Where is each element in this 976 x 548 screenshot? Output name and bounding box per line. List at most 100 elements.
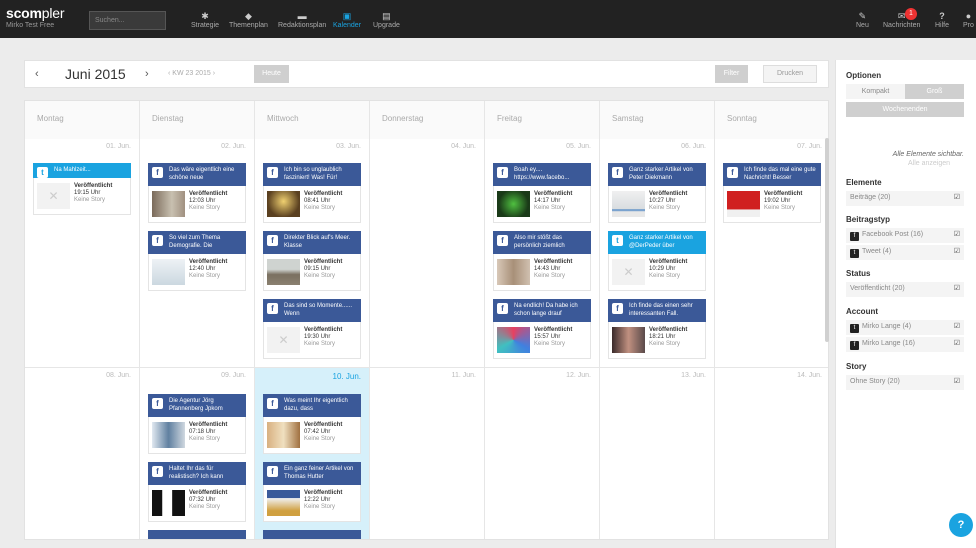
day-cell[interactable]: 04. Jun. <box>370 139 485 368</box>
post-body: ✕ Veröffentlicht 19:15 Uhr Keine Story <box>33 178 131 215</box>
day-header: Montag <box>25 101 140 139</box>
facebook-icon: f <box>850 341 859 350</box>
show-all-link[interactable]: Alle anzeigen <box>846 160 950 167</box>
day-cell[interactable]: 13. Jun. <box>600 368 715 539</box>
compact-toggle[interactable]: Kompakt <box>846 84 905 99</box>
nav-themenplan[interactable]: ◆ Themenplan <box>229 10 268 29</box>
nav-profile[interactable]: ● Pro <box>963 10 974 29</box>
date-label: 12. Jun. <box>566 372 591 379</box>
checkbox-icon[interactable]: ☑ <box>954 339 960 347</box>
post-header: f Ich finde das mal eine gute Nachricht! … <box>723 163 821 186</box>
facebook-icon: f <box>612 303 623 314</box>
checkbox-icon[interactable]: ☑ <box>954 284 960 292</box>
post-card[interactable]: t Ganz starker Artikel von @DerPeder über… <box>608 231 706 291</box>
checkbox-icon[interactable]: ☑ <box>954 247 960 255</box>
post-card[interactable]: f Ich finde das mal eine gute Nachricht! … <box>723 163 821 223</box>
post-card[interactable]: f Direkter Blick auf's Meer. Klasse Veröf… <box>263 231 361 291</box>
post-card[interactable]: f Na endlich! Da habe ich schon lange dra… <box>493 299 591 359</box>
nav-upgrade[interactable]: ▤ Upgrade <box>373 10 400 29</box>
filter-item-facebook[interactable]: f Facebook Post (16) ☑ <box>846 228 964 243</box>
post-card[interactable]: f So viel zum Thema Demografie. Die Veröf… <box>148 231 246 291</box>
nav-strategie[interactable]: ✱ Strategie <box>191 10 219 29</box>
user-icon: ● <box>965 11 972 21</box>
post-card[interactable]: f Was meint Ihr eigentlich dazu, dass Ver… <box>263 394 361 454</box>
post-card[interactable]: f Boah ey.... https://www.facebo... Veröf… <box>493 163 591 223</box>
next-month-button[interactable]: › <box>145 68 149 80</box>
filter-button[interactable]: Filter <box>715 65 748 83</box>
facebook-icon: f <box>267 398 278 409</box>
post-thumbnail <box>267 490 300 516</box>
post-card[interactable]: f Haltet Ihr das für realistisch? Ich kan… <box>148 462 246 522</box>
post-card[interactable]: f Ich finde das einen sehr interessanten … <box>608 299 706 359</box>
post-card[interactable] <box>263 530 361 539</box>
post-meta: Veröffentlicht 12:40 Uhr Keine Story <box>189 259 228 279</box>
filter-item-status[interactable]: Veröffentlicht (20) ☑ <box>846 282 964 297</box>
twitter-icon: t <box>612 235 623 246</box>
logo: scompler <box>6 5 65 21</box>
search-input[interactable]: Suchen... <box>89 11 166 30</box>
nav-hilfe[interactable]: ? Hilfe <box>935 10 949 29</box>
print-button[interactable]: Drucken <box>763 65 817 83</box>
post-meta: Veröffentlicht 07:18 Uhr Keine Story <box>189 422 228 442</box>
facebook-icon: f <box>497 303 508 314</box>
day-cell[interactable]: 12. Jun. <box>485 368 600 539</box>
filter-item-tweet[interactable]: t Tweet (4) ☑ <box>846 245 964 260</box>
post-thumbnail <box>612 327 645 353</box>
facebook-icon: f <box>152 235 163 246</box>
filter-item-account-twitter[interactable]: t Mirko Lange (4) ☑ <box>846 320 964 335</box>
post-card[interactable]: f Also mir stößt das persönlich ziemlich … <box>493 231 591 291</box>
post-card[interactable]: f Die Agentur Jörg Pfannenberg Jpkom Verö… <box>148 394 246 454</box>
post-card[interactable]: t Na Mahlzeit... ✕ Veröffentlicht 19:15 Uh… <box>33 163 131 215</box>
checkbox-icon[interactable]: ☑ <box>954 230 960 238</box>
no-image-icon: ✕ <box>267 327 300 353</box>
post-meta: Veröffentlicht 19:02 Uhr Keine Story <box>764 191 803 211</box>
today-button[interactable]: Heute <box>254 65 289 83</box>
section-title: Beitragstyp <box>846 215 891 224</box>
post-card[interactable]: f Das wäre eigentlich eine schöne neue Ve… <box>148 163 246 223</box>
post-header: f Na endlich! Da habe ich schon lange dra… <box>493 299 591 322</box>
help-chat-button[interactable]: ? <box>949 513 973 537</box>
day-cell[interactable]: 08. Jun. <box>25 368 140 539</box>
notification-badge: 1 <box>905 8 917 20</box>
checkbox-icon[interactable]: ☑ <box>954 322 960 330</box>
post-body: Veröffentlicht 12:22 Uhr Keine Story <box>263 485 361 522</box>
large-toggle[interactable]: Groß <box>905 84 964 99</box>
nav-kalender[interactable]: ▣ Kalender <box>333 10 361 29</box>
day-cell[interactable]: 11. Jun. <box>370 368 485 539</box>
date-label: 04. Jun. <box>451 143 476 150</box>
calendar-scrollbar[interactable] <box>825 138 829 342</box>
post-card[interactable]: f Das sind so Momente...... Wenn ✕ Veröff… <box>263 299 361 359</box>
week-selector[interactable]: ‹ KW 23 2015 › <box>168 70 215 77</box>
day-cell[interactable]: 14. Jun. <box>715 368 828 539</box>
post-meta: Veröffentlicht 18:21 Uhr Keine Story <box>649 327 688 347</box>
brand[interactable]: scompler Mirko Test Free <box>6 5 65 29</box>
post-body: Veröffentlicht 18:21 Uhr Keine Story <box>608 322 706 359</box>
checkbox-icon[interactable]: ☑ <box>954 193 960 201</box>
upgrade-icon: ▤ <box>382 11 391 21</box>
post-card[interactable]: f Ein ganz feiner Artikel von Thomas Hutt… <box>263 462 361 522</box>
nav-redaktionsplan[interactable]: ▬ Redaktionsplan <box>278 10 326 29</box>
section-title: Account <box>846 307 878 316</box>
post-header: f Ganz starker Artikel von Peter Diekmann <box>608 163 706 186</box>
prev-month-button[interactable]: ‹ <box>35 68 39 80</box>
post-meta: Veröffentlicht 12:22 Uhr Keine Story <box>304 490 343 510</box>
post-thumbnail <box>267 259 300 285</box>
nav-neu[interactable]: ✎ Neu <box>856 10 869 29</box>
post-card[interactable]: f Ganz starker Artikel von Peter Diekmann… <box>608 163 706 223</box>
post-card[interactable]: f Ich bin so unglaublich fasziniert! Was!… <box>263 163 361 223</box>
post-card[interactable] <box>148 530 246 539</box>
post-body: Veröffentlicht 12:40 Uhr Keine Story <box>148 254 246 291</box>
filter-item-beitraege[interactable]: Beiträge (20) ☑ <box>846 191 964 206</box>
post-thumbnail <box>497 327 530 353</box>
weekends-toggle[interactable]: Wochenenden <box>846 102 964 117</box>
facebook-icon: f <box>267 235 278 246</box>
post-meta: Veröffentlicht 10:27 Uhr Keine Story <box>649 191 688 211</box>
filter-item-account-facebook[interactable]: f Mirko Lange (16) ☑ <box>846 337 964 352</box>
checkbox-icon[interactable]: ☑ <box>954 377 960 385</box>
pencil-icon: ✎ <box>858 11 867 21</box>
options-title: Optionen <box>846 71 882 80</box>
calendar-grid: Montag Dienstag Mittwoch Donnerstag Frei… <box>24 100 829 540</box>
post-thumbnail <box>612 191 645 217</box>
filter-item-story[interactable]: Ohne Story (20) ☑ <box>846 375 964 390</box>
section-title: Story <box>846 362 867 371</box>
